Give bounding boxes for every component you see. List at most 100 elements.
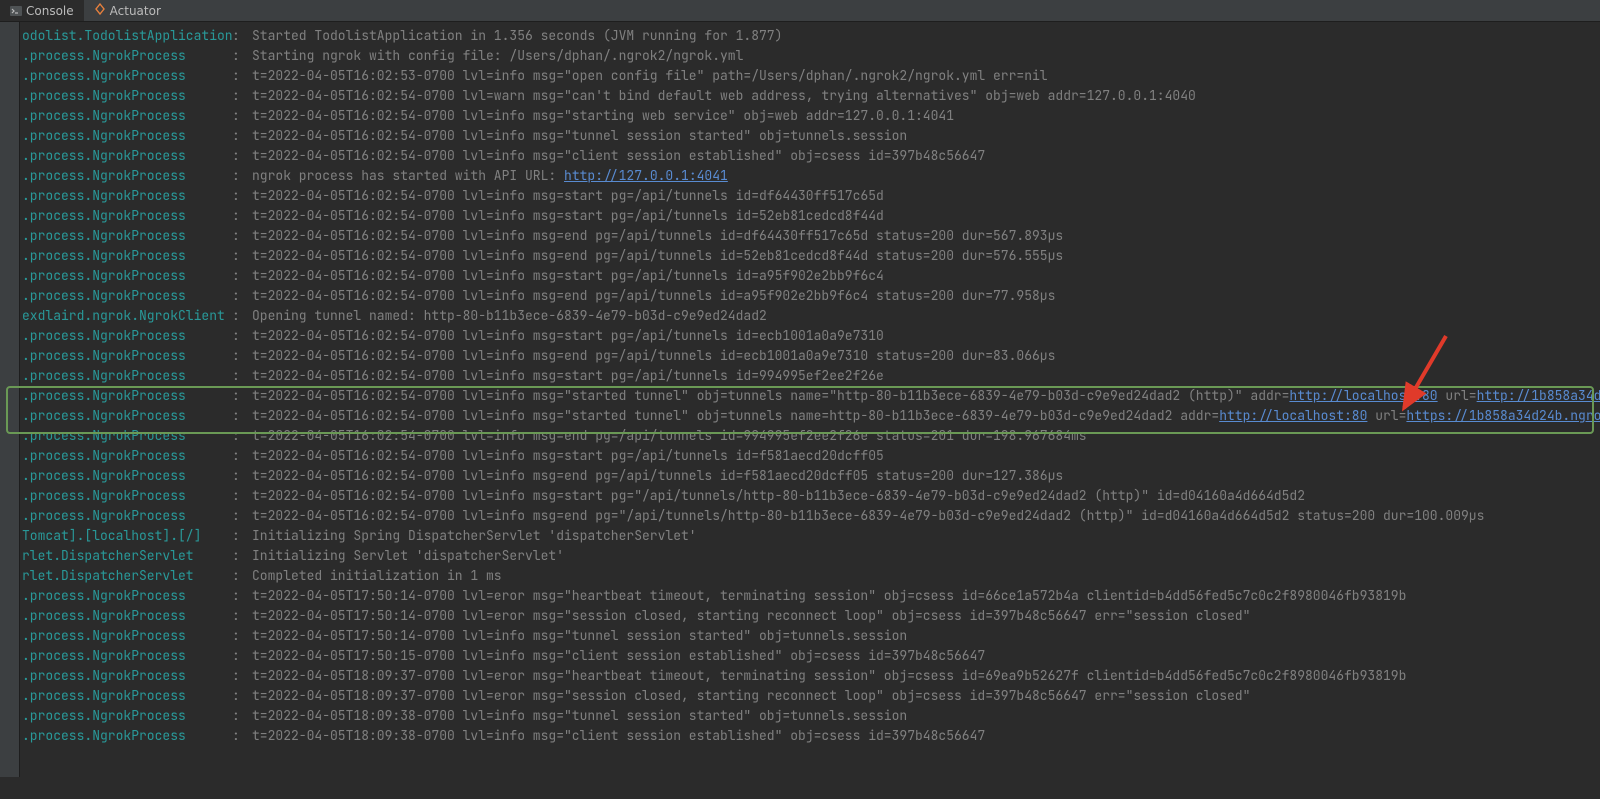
log-source: .process.NgrokProcess xyxy=(22,126,232,146)
log-line: .process.NgrokProcess: t=2022-04-05T16:0… xyxy=(22,486,1600,506)
log-line: rlet.DispatcherServlet: Completed initia… xyxy=(22,566,1600,586)
log-source: .process.NgrokProcess xyxy=(22,426,232,446)
log-message: t=2022-04-05T16:02:54-0700 lvl=info msg=… xyxy=(252,366,1600,386)
log-message: t=2022-04-05T17:50:14-0700 lvl=info msg=… xyxy=(252,626,1600,646)
log-link[interactable]: http://localhost:80 xyxy=(1219,407,1367,424)
log-source: odolist.TodolistApplication xyxy=(22,26,232,46)
log-message: t=2022-04-05T16:02:54-0700 lvl=info msg=… xyxy=(252,326,1600,346)
log-separator: : xyxy=(232,526,252,546)
log-message: t=2022-04-05T16:02:54-0700 lvl=info msg=… xyxy=(252,426,1600,446)
log-line: .process.NgrokProcess: t=2022-04-05T16:0… xyxy=(22,446,1600,466)
log-line: .process.NgrokProcess: t=2022-04-05T16:0… xyxy=(22,66,1600,86)
log-separator: : xyxy=(232,486,252,506)
log-message: t=2022-04-05T17:50:14-0700 lvl=eror msg=… xyxy=(252,606,1600,626)
log-separator: : xyxy=(232,266,252,286)
log-separator: : xyxy=(232,406,252,426)
log-area[interactable]: odolist.TodolistApplication: Started Tod… xyxy=(20,22,1600,777)
tab-console-label: Console xyxy=(26,4,74,18)
log-message: Initializing Servlet 'dispatcherServlet' xyxy=(252,546,1600,566)
log-separator: : xyxy=(232,606,252,626)
log-line: .process.NgrokProcess: t=2022-04-05T16:0… xyxy=(22,326,1600,346)
log-link[interactable]: http://localhost:80 xyxy=(1289,387,1437,404)
log-source: .process.NgrokProcess xyxy=(22,86,232,106)
log-separator: : xyxy=(232,306,252,326)
log-message: t=2022-04-05T16:02:54-0700 lvl=info msg=… xyxy=(252,506,1600,526)
log-separator: : xyxy=(232,346,252,366)
log-line: .process.NgrokProcess: ngrok process has… xyxy=(22,166,1600,186)
log-message: t=2022-04-05T16:02:54-0700 lvl=info msg=… xyxy=(252,386,1600,406)
log-source: .process.NgrokProcess xyxy=(22,626,232,646)
log-source: rlet.DispatcherServlet xyxy=(22,566,232,586)
log-separator: : xyxy=(232,666,252,686)
log-line: .process.NgrokProcess: t=2022-04-05T16:0… xyxy=(22,406,1600,426)
log-source: exdlaird.ngrok.NgrokClient xyxy=(22,306,232,326)
log-separator: : xyxy=(232,426,252,446)
log-message: Completed initialization in 1 ms xyxy=(252,566,1600,586)
log-source: .process.NgrokProcess xyxy=(22,326,232,346)
log-message: Starting ngrok with config file: /Users/… xyxy=(252,46,1600,66)
log-source: .process.NgrokProcess xyxy=(22,466,232,486)
tab-console[interactable]: Console xyxy=(0,0,84,21)
log-source: .process.NgrokProcess xyxy=(22,506,232,526)
log-message: t=2022-04-05T16:02:54-0700 lvl=info msg=… xyxy=(252,266,1600,286)
log-source: .process.NgrokProcess xyxy=(22,346,232,366)
log-separator: : xyxy=(232,586,252,606)
log-line: .process.NgrokProcess: t=2022-04-05T16:0… xyxy=(22,106,1600,126)
log-source: .process.NgrokProcess xyxy=(22,666,232,686)
tab-actuator[interactable]: Actuator xyxy=(84,0,171,21)
log-source: .process.NgrokProcess xyxy=(22,146,232,166)
log-separator: : xyxy=(232,46,252,66)
log-separator: : xyxy=(232,446,252,466)
log-line: .process.NgrokProcess: t=2022-04-05T18:0… xyxy=(22,686,1600,706)
log-separator: : xyxy=(232,86,252,106)
log-source: .process.NgrokProcess xyxy=(22,166,232,186)
log-separator: : xyxy=(232,26,252,46)
log-separator: : xyxy=(232,706,252,726)
log-message: t=2022-04-05T16:02:54-0700 lvl=info msg=… xyxy=(252,406,1600,426)
log-source: .process.NgrokProcess xyxy=(22,686,232,706)
log-source: .process.NgrokProcess xyxy=(22,286,232,306)
log-message: t=2022-04-05T16:02:54-0700 lvl=info msg=… xyxy=(252,106,1600,126)
log-line: .process.NgrokProcess: t=2022-04-05T16:0… xyxy=(22,506,1600,526)
log-source: .process.NgrokProcess xyxy=(22,386,232,406)
log-line: .process.NgrokProcess: t=2022-04-05T16:0… xyxy=(22,366,1600,386)
log-separator: : xyxy=(232,566,252,586)
log-message: t=2022-04-05T16:02:54-0700 lvl=info msg=… xyxy=(252,486,1600,506)
log-separator: : xyxy=(232,386,252,406)
log-separator: : xyxy=(232,106,252,126)
log-source: .process.NgrokProcess xyxy=(22,186,232,206)
log-line: .process.NgrokProcess: t=2022-04-05T16:0… xyxy=(22,86,1600,106)
console-icon xyxy=(10,5,22,17)
log-message: t=2022-04-05T17:50:14-0700 lvl=eror msg=… xyxy=(252,586,1600,606)
log-separator: : xyxy=(232,506,252,526)
log-source: .process.NgrokProcess xyxy=(22,586,232,606)
log-line: .process.NgrokProcess: t=2022-04-05T16:0… xyxy=(22,466,1600,486)
log-line: .process.NgrokProcess: t=2022-04-05T16:0… xyxy=(22,386,1600,406)
log-source: .process.NgrokProcess xyxy=(22,406,232,426)
log-line: .process.NgrokProcess: t=2022-04-05T16:0… xyxy=(22,286,1600,306)
log-message: t=2022-04-05T16:02:54-0700 lvl=info msg=… xyxy=(252,446,1600,466)
actuator-icon xyxy=(94,3,106,18)
log-message: t=2022-04-05T16:02:54-0700 lvl=info msg=… xyxy=(252,246,1600,266)
log-message: t=2022-04-05T16:02:54-0700 lvl=info msg=… xyxy=(252,186,1600,206)
log-source: .process.NgrokProcess xyxy=(22,646,232,666)
log-line: .process.NgrokProcess: t=2022-04-05T16:0… xyxy=(22,146,1600,166)
tab-actuator-label: Actuator xyxy=(110,4,161,18)
log-line: .process.NgrokProcess: t=2022-04-05T18:0… xyxy=(22,726,1600,746)
log-separator: : xyxy=(232,226,252,246)
log-line: rlet.DispatcherServlet: Initializing Ser… xyxy=(22,546,1600,566)
log-line: .process.NgrokProcess: t=2022-04-05T18:0… xyxy=(22,666,1600,686)
log-line: odolist.TodolistApplication: Started Tod… xyxy=(22,26,1600,46)
log-line: .process.NgrokProcess: t=2022-04-05T16:0… xyxy=(22,266,1600,286)
log-separator: : xyxy=(232,326,252,346)
log-line: .process.NgrokProcess: t=2022-04-05T16:0… xyxy=(22,206,1600,226)
log-source: .process.NgrokProcess xyxy=(22,46,232,66)
log-link[interactable]: http://1b858a34d24b.ngrok.i xyxy=(1477,387,1600,404)
log-link[interactable]: https://1b858a34d24b.ngrok.io xyxy=(1406,407,1600,424)
log-separator: : xyxy=(232,286,252,306)
log-line: .process.NgrokProcess: t=2022-04-05T17:5… xyxy=(22,646,1600,666)
log-source: rlet.DispatcherServlet xyxy=(22,546,232,566)
log-link[interactable]: http://127.0.0.1:4041 xyxy=(564,167,728,184)
log-message: t=2022-04-05T18:09:37-0700 lvl=eror msg=… xyxy=(252,666,1600,686)
log-message: Started TodolistApplication in 1.356 sec… xyxy=(252,26,1600,46)
